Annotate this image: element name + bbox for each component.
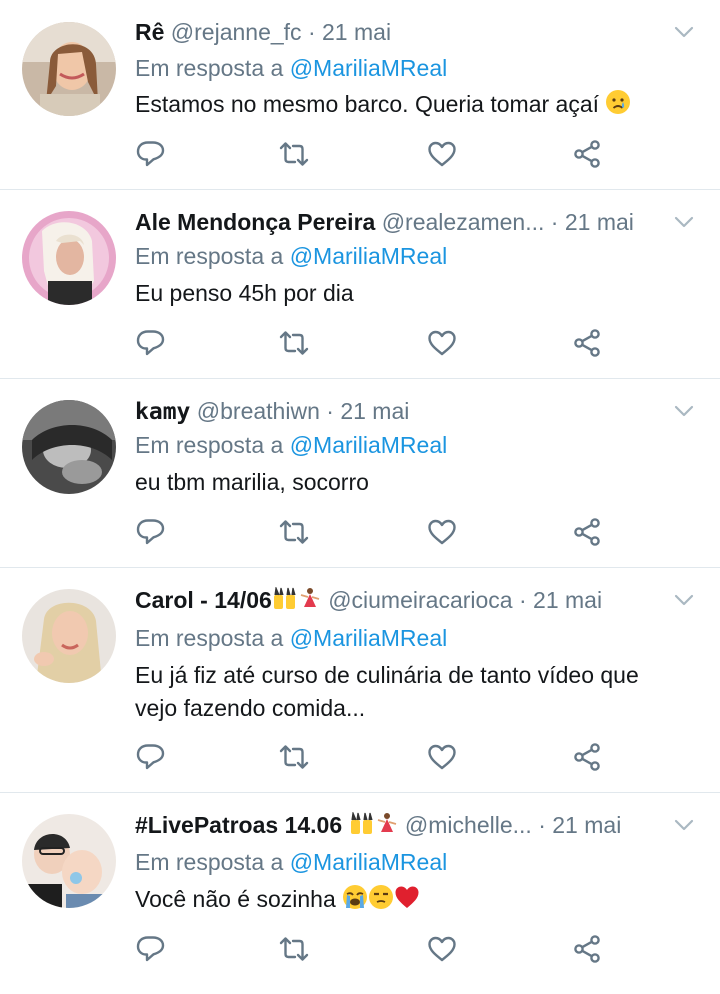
share-icon[interactable] [571,138,603,170]
like-icon[interactable] [426,327,458,359]
separator-dot: · [307,19,316,45]
tweet-item[interactable]: Ale Mendonça Pereira @realezamen... · 21… [0,190,720,379]
user-handle[interactable]: @ciumeiracarioca [328,587,512,613]
mention-link[interactable]: @MariliaMReal [290,625,448,651]
tweet-item[interactable]: Carol - 14/06 @ciumeiracarioca · 21 mai … [0,568,720,793]
separator-dot: · [518,587,527,613]
tweet-date[interactable]: 21 mai [533,587,602,613]
user-handle[interactable]: @michelle... [405,812,532,838]
unamused-face-icon [369,885,394,909]
tweet-item[interactable]: kamy @breathiwn · 21 mai Em resposta a @… [0,379,720,568]
display-name[interactable]: kamy [135,399,190,425]
red-heart-icon [395,886,419,908]
separator-dot: · [538,812,546,838]
reply-context: Em resposta a @MariliaMReal [135,243,448,269]
chevron-down-icon[interactable] [674,594,694,608]
chevron-down-icon[interactable] [674,216,694,230]
tweet-actions [135,933,615,965]
avatar[interactable] [22,211,116,305]
tweet-date[interactable]: 21 mai [340,398,409,424]
mention-link[interactable]: @MariliaMReal [290,849,448,875]
reply-context: Em resposta a @MariliaMReal [135,625,448,651]
loudly-crying-face-icon [343,885,368,909]
avatar[interactable] [22,22,116,116]
reply-context: Em resposta a @MariliaMReal [135,432,448,458]
tweet-text: Você não é sozinha [135,883,680,916]
mention-link[interactable]: @MariliaMReal [290,243,448,269]
chevron-down-icon[interactable] [674,819,694,833]
tweet-text: Eu já fiz até curso de culinária de tant… [135,662,639,721]
reply-icon[interactable] [135,138,167,170]
reply-context: Em resposta a @MariliaMReal [135,849,448,875]
tweet-actions [135,741,615,773]
dancer-icon [377,813,396,832]
crying-face-icon [606,90,631,114]
retweet-icon[interactable] [278,933,310,965]
share-icon[interactable] [571,933,603,965]
reply-icon[interactable] [135,327,167,359]
share-icon[interactable] [571,327,603,359]
display-name[interactable]: #LivePatroas 14.06 [135,812,399,838]
tweet-text: Eu penso 45h por dia [135,280,354,306]
user-handle[interactable]: @breathiwn [197,398,320,424]
avatar[interactable] [22,814,116,908]
like-icon[interactable] [426,516,458,548]
tweet-date[interactable]: 21 mai [565,209,634,235]
retweet-icon[interactable] [278,516,310,548]
tweet-text: Estamos no mesmo barco. Queria tomar aça… [135,88,680,121]
retweet-icon[interactable] [278,741,310,773]
like-icon[interactable] [426,933,458,965]
display-name[interactable]: Carol - 14/06 [135,587,322,613]
reply-icon[interactable] [135,516,167,548]
tweet-header: #LivePatroas 14.06 @michelle... · 21 mai [135,811,670,839]
tweet-item[interactable]: #LivePatroas 14.06 @michelle... · 21 mai… [0,793,720,994]
women-with-bunny-ears-icon [350,812,373,834]
mention-link[interactable]: @MariliaMReal [290,432,448,458]
display-name[interactable]: Rê [135,19,164,45]
tweet-header: kamy @breathiwn · 21 mai [135,397,670,426]
retweet-icon[interactable] [278,327,310,359]
separator-dot: · [326,398,334,424]
separator-dot: · [550,209,559,235]
retweet-icon[interactable] [278,138,310,170]
reply-context: Em resposta a @MariliaMReal [135,55,448,81]
tweet-text: eu tbm marilia, socorro [135,469,369,495]
chevron-down-icon[interactable] [674,405,694,419]
avatar[interactable] [22,400,116,494]
dancer-icon [300,588,320,607]
reply-icon[interactable] [135,741,167,773]
tweet-date[interactable]: 21 mai [322,19,391,45]
tweet-actions [135,516,615,548]
user-handle[interactable]: @rejanne_fc [171,19,302,45]
tweet-date[interactable]: 21 mai [552,812,621,838]
tweet-header: Rê @rejanne_fc · 21 mai [135,18,670,46]
share-icon[interactable] [571,741,603,773]
share-icon[interactable] [571,516,603,548]
tweet-actions [135,138,615,170]
tweet-header: Carol - 14/06 @ciumeiracarioca · 21 mai [135,586,670,614]
tweet-actions [135,327,615,359]
women-with-bunny-ears-icon [273,587,296,609]
tweet-header: Ale Mendonça Pereira @realezamen... · 21… [135,208,670,236]
tweet-item[interactable]: Rê @rejanne_fc · 21 mai Em resposta a @M… [0,0,720,190]
avatar[interactable] [22,589,116,683]
user-handle[interactable]: @realezamen... [382,209,545,235]
display-name[interactable]: Ale Mendonça Pereira [135,209,375,235]
like-icon[interactable] [426,741,458,773]
chevron-down-icon[interactable] [674,26,694,40]
reply-icon[interactable] [135,933,167,965]
mention-link[interactable]: @MariliaMReal [290,55,448,81]
like-icon[interactable] [426,138,458,170]
